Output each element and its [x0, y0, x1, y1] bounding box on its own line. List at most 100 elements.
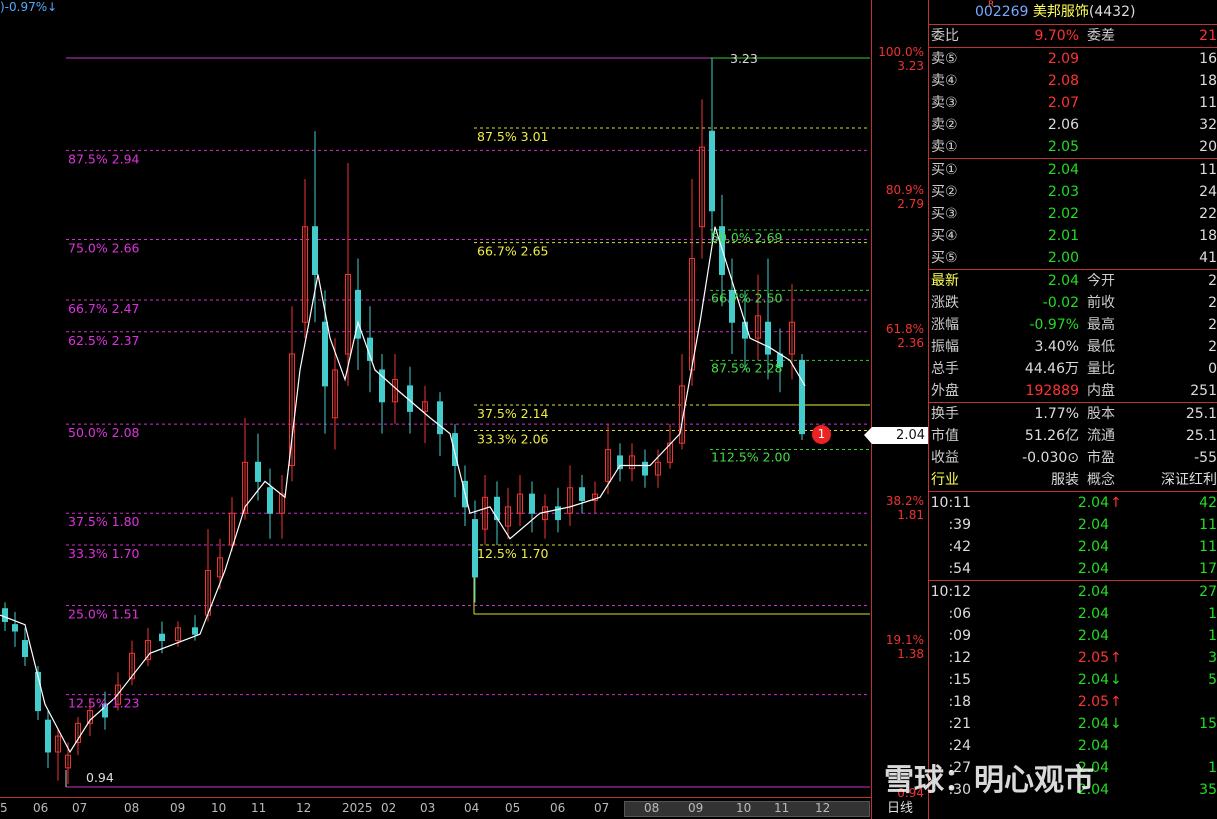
candle: [629, 443, 635, 482]
candle: [755, 274, 761, 361]
ask-price: 2.09: [1047, 51, 1079, 67]
tick-price: 2.05: [1077, 694, 1109, 710]
price-axis-pct: 61.8%: [885, 322, 924, 336]
quote-label-2: 最高: [1087, 317, 1115, 333]
tick-row[interactable]: :06 2.04 1: [929, 603, 1217, 625]
candle-body: [529, 493, 535, 514]
tick-row[interactable]: :39 2.04 11: [929, 514, 1217, 536]
info-label: 市值: [931, 428, 959, 444]
bid-price: 2.02: [1047, 206, 1079, 222]
tick-time: :12: [948, 650, 971, 666]
info-value-2: 深证红利: [1161, 472, 1217, 488]
quote-label-2: 今开: [1087, 273, 1115, 289]
tick-direction: ↓: [1110, 672, 1122, 688]
candle: [355, 258, 361, 370]
candle: [55, 729, 61, 781]
candle: [205, 529, 211, 622]
tick-row[interactable]: :15 2.04 ↓ 5: [929, 669, 1217, 691]
ask-row[interactable]: 卖③ 2.07 11: [929, 92, 1217, 114]
signal-badge[interactable]: 1: [812, 425, 831, 444]
candle: [494, 481, 500, 546]
chart-canvas[interactable]: 87.5% 2.94 75.0% 2.66 66.7% 2.47 62.5% 2.37…: [0, 0, 871, 797]
bid-row[interactable]: 买③ 2.02 22: [929, 203, 1217, 225]
order-ratio-row: 委比 9.70% 委差 21: [929, 25, 1217, 48]
ask-book: 卖⑤ 2.09 16 卖④ 2.08 18 卖③ 2.07 11 卖② 2.06 32 卖① 2.05 20: [929, 48, 1217, 158]
bid-price: 2.03: [1047, 184, 1079, 200]
price-axis-label: 19.1% 1.38: [886, 633, 924, 661]
candle: [642, 449, 648, 488]
tick-price: 2.04: [1077, 517, 1109, 533]
tick-row[interactable]: :12 2.05 ↑ 3: [929, 647, 1217, 669]
tick-row[interactable]: :54 2.04 17: [929, 558, 1217, 581]
fib-left-label: 37.5% 1.80: [68, 514, 140, 529]
tick-row[interactable]: :18 2.05 ↑: [929, 691, 1217, 713]
info-row: 换手 1.77% 股本 25.1: [929, 403, 1217, 425]
quote-label-2: 前收: [1087, 295, 1115, 311]
candle: [729, 258, 735, 355]
tick-price: 2.04: [1077, 561, 1109, 577]
ask-volume: 18: [1199, 73, 1217, 89]
candle: [542, 494, 548, 539]
tick-row[interactable]: :09 2.04 1: [929, 625, 1217, 647]
candle: [482, 475, 488, 546]
tick-row[interactable]: 10:12 2.04 27: [929, 581, 1217, 603]
quote-value-2: 2: [1208, 317, 1217, 333]
bid-price: 2.01: [1047, 228, 1079, 244]
time-axis-label: 05: [505, 801, 521, 815]
stock-header[interactable]: R 002269 美邦服饰(4432): [929, 0, 1217, 25]
bid-row[interactable]: 买② 2.03 24: [929, 181, 1217, 203]
candle: [267, 468, 273, 539]
time-axis-label: 2025: [342, 801, 373, 815]
time-axis-label: 11: [774, 801, 790, 815]
ask-label: 卖①: [931, 139, 958, 155]
candle: [12, 611, 18, 647]
quote-value-2: 2: [1208, 339, 1217, 355]
bid-row[interactable]: 买① 2.04 11: [929, 159, 1217, 181]
fib-mid-label: 66.7% 2.65: [477, 244, 549, 259]
price-axis-price: 2.79: [897, 197, 924, 211]
time-axis-label: 09: [688, 801, 704, 815]
tick-row[interactable]: 10:11 2.04 ↑ 42: [929, 492, 1217, 514]
candle-body: [765, 321, 771, 355]
ask-row[interactable]: 卖⑤ 2.09 16: [929, 48, 1217, 70]
fib-left-label: 33.3% 1.70: [68, 546, 140, 561]
info-row: 市值 51.26亿 流通 25.1: [929, 425, 1217, 447]
quote-value: -0.97%: [1029, 317, 1079, 333]
bid-row[interactable]: 买⑤ 2.00 41: [929, 247, 1217, 269]
tick-direction: ↑: [1110, 495, 1122, 511]
tick-row[interactable]: :21 2.04 ↓ 15: [929, 713, 1217, 735]
kline-chart[interactable]: 87.5% 2.94 75.0% 2.66 66.7% 2.47 62.5% 2.37…: [0, 0, 871, 819]
tick-price: 2.04: [1077, 495, 1109, 511]
candle-body: [312, 226, 318, 275]
bid-row[interactable]: 买④ 2.01 18: [929, 225, 1217, 247]
ask-row[interactable]: 卖① 2.05 20: [929, 136, 1217, 158]
time-axis-label: 06: [33, 801, 49, 815]
candle-body: [742, 321, 748, 339]
time-axis-label: 08: [124, 801, 140, 815]
quote-row: 涨幅 -0.97% 最高 2: [929, 314, 1217, 336]
time-axis-label: 12: [296, 801, 312, 815]
tick-time: :06: [948, 606, 971, 622]
info-value: 1.77%: [1034, 406, 1079, 422]
ask-row[interactable]: 卖② 2.06 32: [929, 114, 1217, 136]
time-axis-label: 10: [211, 801, 227, 815]
tick-price: 2.04: [1077, 584, 1109, 600]
price-axis: 100.0% 3.23 80.9% 2.79 61.8% 2.36 38.2% 1.81 19.…: [864, 0, 928, 819]
tick-price: 2.04: [1077, 539, 1109, 555]
tick-price: 2.04: [1077, 716, 1109, 732]
fib-left-label: 62.5% 2.37: [68, 333, 140, 348]
candle: [332, 338, 338, 450]
period-daily-button[interactable]: 日线: [873, 798, 927, 819]
info-row: 行业 服装 概念 深证红利: [929, 469, 1217, 491]
quote-row: 总手 44.46万 量比 0: [929, 358, 1217, 380]
tick-volume: 3: [1208, 650, 1217, 666]
diff-value: 21: [1199, 28, 1217, 44]
tick-row[interactable]: :42 2.04 11: [929, 536, 1217, 558]
ask-row[interactable]: 卖④ 2.08 18: [929, 70, 1217, 92]
ask-price: 2.05: [1047, 139, 1079, 155]
watermark: 雪球：明心观市: [884, 763, 1094, 798]
tick-volume: 11: [1199, 517, 1217, 533]
ratio-value: 9.70%: [1034, 28, 1079, 44]
bid-volume: 11: [1199, 162, 1217, 178]
tick-row[interactable]: :24 2.04: [929, 735, 1217, 757]
